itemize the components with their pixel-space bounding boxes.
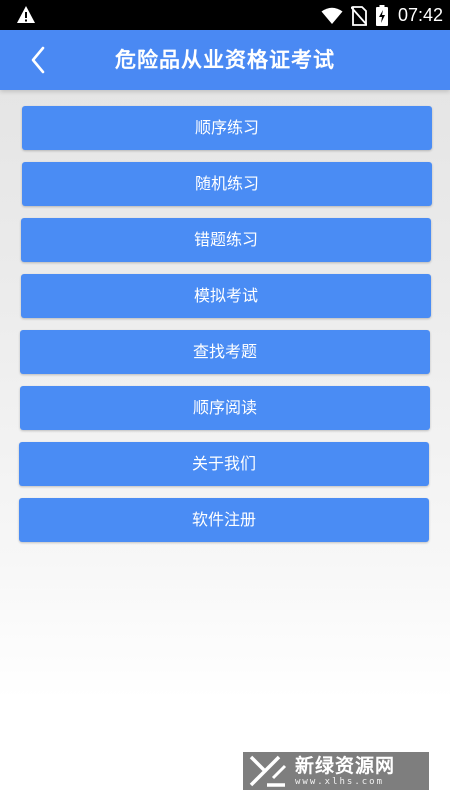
watermark: 新绿资源网 www.xlhs.com: [243, 752, 429, 790]
sequential-practice-button[interactable]: 顺序练习: [22, 106, 432, 150]
watermark-title: 新绿资源网: [295, 754, 396, 777]
watermark-logo-icon: [249, 755, 287, 787]
search-questions-button[interactable]: 查找考题: [20, 330, 430, 374]
status-bar: 07:42: [0, 0, 450, 30]
wifi-icon: [321, 7, 343, 24]
page-title: 危险品从业资格证考试: [115, 48, 335, 72]
status-time: 07:42: [398, 5, 444, 25]
software-registration-button[interactable]: 软件注册: [19, 498, 429, 542]
random-practice-button[interactable]: 随机练习: [22, 162, 432, 206]
back-button[interactable]: [18, 42, 58, 78]
battery-charging-icon: [376, 5, 388, 26]
wrong-questions-button[interactable]: 错题练习: [21, 218, 431, 262]
app-bar: 危险品从业资格证考试: [0, 30, 450, 90]
warning-icon: [17, 6, 35, 23]
mock-exam-button[interactable]: 模拟考试: [21, 274, 431, 318]
watermark-url: www.xlhs.com: [295, 776, 385, 787]
chevron-left-icon: [31, 46, 45, 74]
no-sim-icon: [351, 6, 367, 26]
about-us-button[interactable]: 关于我们: [19, 442, 429, 486]
sequential-reading-button[interactable]: 顺序阅读: [20, 386, 430, 430]
